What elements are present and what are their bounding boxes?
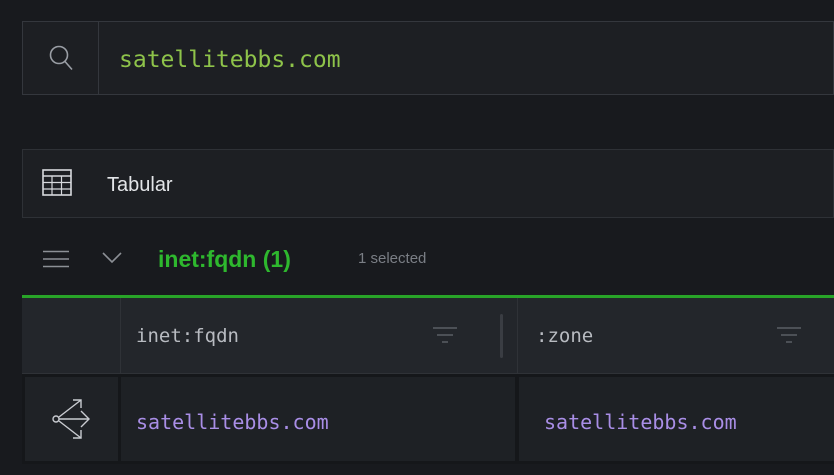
divider: [517, 298, 518, 374]
table-cell[interactable]: satellitebbs.com: [519, 377, 834, 461]
view-mode-bar[interactable]: Tabular: [22, 149, 834, 218]
menu-icon[interactable]: [43, 250, 69, 268]
form-title: inet:fqdn (1): [158, 246, 291, 272]
selection-count: 1 selected: [358, 250, 427, 267]
column-header-zone[interactable]: :zone: [536, 298, 593, 374]
view-mode-label: Tabular: [107, 174, 173, 196]
table-header: inet:fqdn :zone: [22, 298, 834, 374]
divider: [120, 298, 121, 374]
table-row[interactable]: satellitebbs.com satellitebbs.com: [22, 374, 834, 464]
filter-icon[interactable]: [432, 322, 458, 348]
filter-icon[interactable]: [776, 322, 802, 348]
form-header: inet:fqdn (1) 1 selected: [22, 230, 834, 296]
explore-icon[interactable]: [25, 377, 118, 461]
table-cell[interactable]: satellitebbs.com: [121, 377, 515, 461]
column-header-inet-fqdn[interactable]: inet:fqdn: [136, 298, 239, 374]
search-bar[interactable]: satellitebbs.com: [22, 21, 834, 95]
search-icon[interactable]: [23, 22, 99, 94]
table-icon: [42, 169, 72, 196]
fqdn-value[interactable]: satellitebbs.com: [136, 377, 329, 467]
column-resize-handle[interactable]: [500, 314, 503, 358]
chevron-down-icon[interactable]: [102, 252, 122, 264]
search-input[interactable]: satellitebbs.com: [119, 22, 341, 94]
zone-value[interactable]: satellitebbs.com: [544, 377, 737, 467]
